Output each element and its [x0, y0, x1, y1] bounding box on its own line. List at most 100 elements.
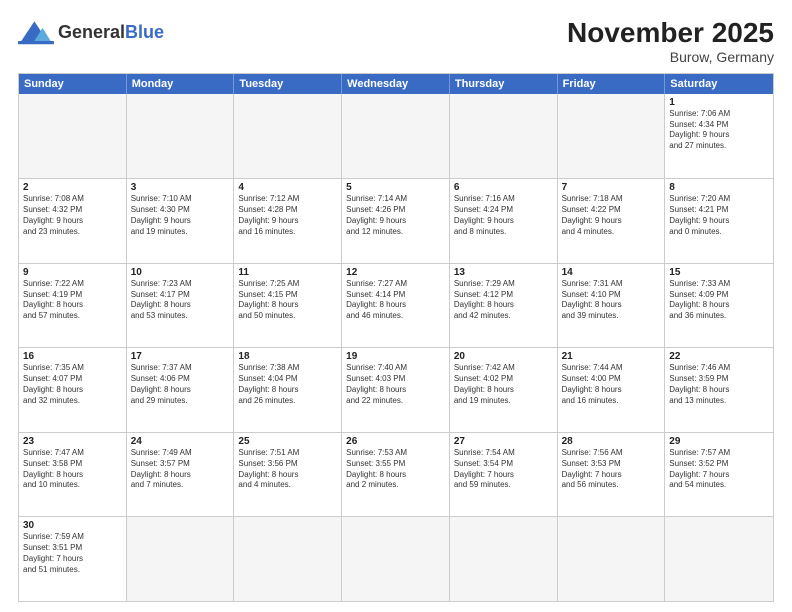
day-number: 7	[562, 182, 661, 193]
weekday-header-friday: Friday	[558, 74, 666, 94]
week-row-2: 2Sunrise: 7:08 AM Sunset: 4:32 PM Daylig…	[19, 178, 773, 263]
title-block: November 2025 Burow, Germany	[567, 18, 774, 65]
day-cell-2: 2Sunrise: 7:08 AM Sunset: 4:32 PM Daylig…	[19, 179, 127, 263]
day-number: 15	[669, 267, 769, 278]
day-number: 23	[23, 436, 122, 447]
day-cell-18: 18Sunrise: 7:38 AM Sunset: 4:04 PM Dayli…	[234, 348, 342, 432]
logo-general: General	[58, 22, 125, 42]
day-info: Sunrise: 7:49 AM Sunset: 3:57 PM Dayligh…	[131, 448, 230, 491]
day-cell-26: 26Sunrise: 7:53 AM Sunset: 3:55 PM Dayli…	[342, 433, 450, 517]
day-cell-7: 7Sunrise: 7:18 AM Sunset: 4:22 PM Daylig…	[558, 179, 666, 263]
day-cell-5: 5Sunrise: 7:14 AM Sunset: 4:26 PM Daylig…	[342, 179, 450, 263]
day-info: Sunrise: 7:22 AM Sunset: 4:19 PM Dayligh…	[23, 279, 122, 322]
day-cell-8: 8Sunrise: 7:20 AM Sunset: 4:21 PM Daylig…	[665, 179, 773, 263]
day-info: Sunrise: 7:54 AM Sunset: 3:54 PM Dayligh…	[454, 448, 553, 491]
weekday-header-wednesday: Wednesday	[342, 74, 450, 94]
empty-cell	[234, 94, 342, 179]
weekday-header-thursday: Thursday	[450, 74, 558, 94]
empty-cell	[127, 517, 235, 601]
day-cell-28: 28Sunrise: 7:56 AM Sunset: 3:53 PM Dayli…	[558, 433, 666, 517]
weekday-header-saturday: Saturday	[665, 74, 773, 94]
day-cell-24: 24Sunrise: 7:49 AM Sunset: 3:57 PM Dayli…	[127, 433, 235, 517]
logo-blue: Blue	[125, 22, 164, 42]
logo-text: GeneralBlue	[58, 23, 164, 41]
week-row-5: 23Sunrise: 7:47 AM Sunset: 3:58 PM Dayli…	[19, 432, 773, 517]
day-info: Sunrise: 7:18 AM Sunset: 4:22 PM Dayligh…	[562, 194, 661, 237]
day-number: 26	[346, 436, 445, 447]
day-info: Sunrise: 7:44 AM Sunset: 4:00 PM Dayligh…	[562, 363, 661, 406]
day-number: 17	[131, 351, 230, 362]
day-number: 14	[562, 267, 661, 278]
empty-cell	[127, 94, 235, 179]
day-cell-12: 12Sunrise: 7:27 AM Sunset: 4:14 PM Dayli…	[342, 264, 450, 348]
day-cell-1: 1Sunrise: 7:06 AM Sunset: 4:34 PM Daylig…	[665, 94, 773, 179]
month-title: November 2025	[567, 18, 774, 49]
day-info: Sunrise: 7:14 AM Sunset: 4:26 PM Dayligh…	[346, 194, 445, 237]
day-info: Sunrise: 7:47 AM Sunset: 3:58 PM Dayligh…	[23, 448, 122, 491]
week-row-3: 9Sunrise: 7:22 AM Sunset: 4:19 PM Daylig…	[19, 263, 773, 348]
day-number: 30	[23, 520, 122, 531]
day-number: 1	[669, 97, 769, 108]
day-info: Sunrise: 7:27 AM Sunset: 4:14 PM Dayligh…	[346, 279, 445, 322]
day-info: Sunrise: 7:51 AM Sunset: 3:56 PM Dayligh…	[238, 448, 337, 491]
day-number: 12	[346, 267, 445, 278]
day-info: Sunrise: 7:31 AM Sunset: 4:10 PM Dayligh…	[562, 279, 661, 322]
day-number: 24	[131, 436, 230, 447]
day-number: 10	[131, 267, 230, 278]
empty-cell	[19, 94, 127, 179]
empty-cell	[450, 517, 558, 601]
day-info: Sunrise: 7:16 AM Sunset: 4:24 PM Dayligh…	[454, 194, 553, 237]
day-number: 2	[23, 182, 122, 193]
week-row-1: 1Sunrise: 7:06 AM Sunset: 4:34 PM Daylig…	[19, 94, 773, 179]
day-number: 13	[454, 267, 553, 278]
day-cell-29: 29Sunrise: 7:57 AM Sunset: 3:52 PM Dayli…	[665, 433, 773, 517]
day-number: 18	[238, 351, 337, 362]
day-info: Sunrise: 7:53 AM Sunset: 3:55 PM Dayligh…	[346, 448, 445, 491]
empty-cell	[665, 517, 773, 601]
day-info: Sunrise: 7:37 AM Sunset: 4:06 PM Dayligh…	[131, 363, 230, 406]
calendar: SundayMondayTuesdayWednesdayThursdayFrid…	[18, 73, 774, 602]
weekday-header-sunday: Sunday	[19, 74, 127, 94]
week-row-4: 16Sunrise: 7:35 AM Sunset: 4:07 PM Dayli…	[19, 347, 773, 432]
weekday-header-tuesday: Tuesday	[234, 74, 342, 94]
day-info: Sunrise: 7:42 AM Sunset: 4:02 PM Dayligh…	[454, 363, 553, 406]
weekday-header-monday: Monday	[127, 74, 235, 94]
day-cell-13: 13Sunrise: 7:29 AM Sunset: 4:12 PM Dayli…	[450, 264, 558, 348]
empty-cell	[450, 94, 558, 179]
empty-cell	[558, 517, 666, 601]
day-cell-22: 22Sunrise: 7:46 AM Sunset: 3:59 PM Dayli…	[665, 348, 773, 432]
empty-cell	[234, 517, 342, 601]
empty-cell	[342, 94, 450, 179]
day-info: Sunrise: 7:40 AM Sunset: 4:03 PM Dayligh…	[346, 363, 445, 406]
day-info: Sunrise: 7:29 AM Sunset: 4:12 PM Dayligh…	[454, 279, 553, 322]
day-info: Sunrise: 7:06 AM Sunset: 4:34 PM Dayligh…	[669, 109, 769, 152]
day-info: Sunrise: 7:10 AM Sunset: 4:30 PM Dayligh…	[131, 194, 230, 237]
day-number: 4	[238, 182, 337, 193]
day-info: Sunrise: 7:33 AM Sunset: 4:09 PM Dayligh…	[669, 279, 769, 322]
empty-cell	[342, 517, 450, 601]
day-cell-21: 21Sunrise: 7:44 AM Sunset: 4:00 PM Dayli…	[558, 348, 666, 432]
logo-icon	[18, 18, 54, 46]
day-cell-15: 15Sunrise: 7:33 AM Sunset: 4:09 PM Dayli…	[665, 264, 773, 348]
day-cell-23: 23Sunrise: 7:47 AM Sunset: 3:58 PM Dayli…	[19, 433, 127, 517]
day-info: Sunrise: 7:25 AM Sunset: 4:15 PM Dayligh…	[238, 279, 337, 322]
empty-cell	[558, 94, 666, 179]
day-cell-10: 10Sunrise: 7:23 AM Sunset: 4:17 PM Dayli…	[127, 264, 235, 348]
day-info: Sunrise: 7:20 AM Sunset: 4:21 PM Dayligh…	[669, 194, 769, 237]
day-number: 8	[669, 182, 769, 193]
day-cell-19: 19Sunrise: 7:40 AM Sunset: 4:03 PM Dayli…	[342, 348, 450, 432]
day-info: Sunrise: 7:08 AM Sunset: 4:32 PM Dayligh…	[23, 194, 122, 237]
day-cell-17: 17Sunrise: 7:37 AM Sunset: 4:06 PM Dayli…	[127, 348, 235, 432]
day-number: 9	[23, 267, 122, 278]
day-cell-16: 16Sunrise: 7:35 AM Sunset: 4:07 PM Dayli…	[19, 348, 127, 432]
logo: GeneralBlue	[18, 18, 164, 46]
day-number: 5	[346, 182, 445, 193]
day-number: 6	[454, 182, 553, 193]
day-number: 20	[454, 351, 553, 362]
page: GeneralBlue November 2025 Burow, Germany…	[0, 0, 792, 612]
day-number: 16	[23, 351, 122, 362]
day-info: Sunrise: 7:12 AM Sunset: 4:28 PM Dayligh…	[238, 194, 337, 237]
day-number: 11	[238, 267, 337, 278]
day-number: 28	[562, 436, 661, 447]
day-info: Sunrise: 7:46 AM Sunset: 3:59 PM Dayligh…	[669, 363, 769, 406]
